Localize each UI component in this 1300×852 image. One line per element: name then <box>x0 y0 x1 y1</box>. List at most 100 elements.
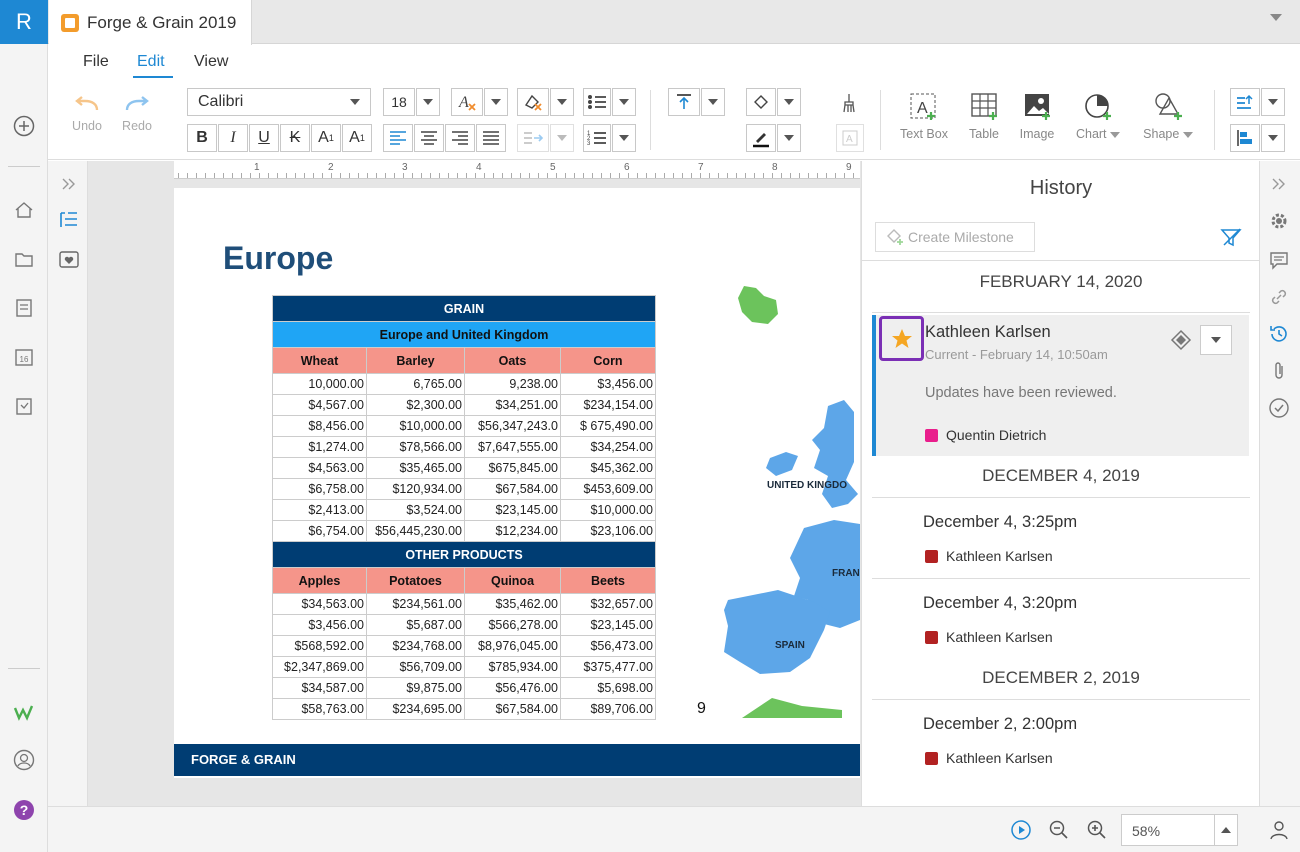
grain-table-cell[interactable]: $56,445,230.00 <box>366 520 465 542</box>
grain-table-cell[interactable]: $8,456.00 <box>272 415 367 437</box>
fill-color-button[interactable] <box>746 88 776 116</box>
other-table-cell[interactable]: $56,473.00 <box>560 635 656 657</box>
folder-icon[interactable] <box>12 247 36 271</box>
other-table-cell[interactable]: $23,145.00 <box>560 614 656 636</box>
format-painter-icon[interactable] <box>838 92 860 119</box>
zoom-stepper[interactable] <box>1214 814 1238 846</box>
strikethrough-button[interactable]: K <box>280 124 310 152</box>
comments-icon[interactable] <box>1268 249 1290 276</box>
history-entry-time[interactable]: December 2, 2:00pm <box>923 715 1077 734</box>
indent-button[interactable] <box>517 124 549 152</box>
grain-table-cell[interactable]: $3,456.00 <box>560 373 656 395</box>
bold-button[interactable]: B <box>187 124 217 152</box>
fill-color-dropdown[interactable] <box>777 88 801 116</box>
arrange-dropdown[interactable] <box>1261 88 1285 116</box>
other-table-cell[interactable]: $234,768.00 <box>366 635 465 657</box>
attachment-icon[interactable] <box>1268 360 1290 387</box>
text-style-button[interactable]: A <box>836 124 864 152</box>
grain-table-cell[interactable]: $10,000.00 <box>560 499 656 521</box>
other-header-cell[interactable]: Quinoa <box>464 567 561 594</box>
grain-table[interactable]: GRAIN Europe and United Kingdom Wheat Bar… <box>272 295 656 720</box>
grain-table-cell[interactable]: $2,300.00 <box>366 394 465 416</box>
grain-table-cell[interactable]: $234,154.00 <box>560 394 656 416</box>
grain-header-cell[interactable]: Oats <box>464 347 561 374</box>
superscript-button[interactable]: A1 <box>311 124 341 152</box>
filter-icon[interactable] <box>1220 227 1242 252</box>
insert-shape-button[interactable]: Shape <box>1136 90 1200 141</box>
other-table-cell[interactable]: $35,462.00 <box>464 593 561 615</box>
other-table-cell[interactable]: $234,561.00 <box>366 593 465 615</box>
other-table-cell[interactable]: $2,347,869.00 <box>272 656 367 678</box>
grain-table-cell[interactable]: $10,000.00 <box>366 415 465 437</box>
user-profile-icon[interactable] <box>12 748 36 772</box>
grain-table-cell[interactable]: $23,145.00 <box>464 499 561 521</box>
other-header-cell[interactable]: Beets <box>560 567 656 594</box>
milestone-star-button[interactable] <box>879 316 924 361</box>
grain-table-cell[interactable]: $6,754.00 <box>272 520 367 542</box>
other-table-cell[interactable]: $34,587.00 <box>272 677 367 699</box>
grain-table-cell[interactable]: 9,238.00 <box>464 373 561 395</box>
bullet-list-button[interactable] <box>583 88 611 116</box>
grain-header-cell[interactable]: Corn <box>560 347 656 374</box>
grain-table-cell[interactable]: $2,413.00 <box>272 499 367 521</box>
expand-panel-icon[interactable] <box>60 176 78 197</box>
account-icon[interactable] <box>1268 819 1290 846</box>
zoom-input[interactable]: 58% <box>1121 814 1215 846</box>
clear-fill-dropdown[interactable] <box>550 88 574 116</box>
collapse-panel-icon[interactable] <box>1270 176 1288 197</box>
font-size-dropdown[interactable] <box>416 88 440 116</box>
bullet-list-dropdown[interactable] <box>612 88 636 116</box>
grain-table-cell[interactable]: $23,106.00 <box>560 520 656 542</box>
workiva-icon[interactable] <box>12 700 36 724</box>
help-icon[interactable]: ? <box>12 798 36 822</box>
zoom-out-icon[interactable] <box>1048 819 1070 846</box>
indent-dropdown[interactable] <box>550 124 574 152</box>
app-logo[interactable]: R <box>0 0 48 44</box>
grain-table-cell[interactable]: $7,647,555.00 <box>464 436 561 458</box>
history-entry-time[interactable]: December 4, 3:20pm <box>923 594 1077 613</box>
other-table-cell[interactable]: $568,592.00 <box>272 635 367 657</box>
history-entry-time[interactable]: December 4, 3:25pm <box>923 513 1077 532</box>
insert-image-button[interactable]: Image <box>1016 90 1058 141</box>
favorites-icon[interactable] <box>58 250 80 275</box>
europe-map[interactable] <box>724 278 860 728</box>
align-left-button[interactable] <box>383 124 413 152</box>
grain-header-cell[interactable]: Barley <box>366 347 465 374</box>
document-icon[interactable] <box>12 296 36 320</box>
grain-table-cell[interactable]: $78,566.00 <box>366 436 465 458</box>
other-header-cell[interactable]: Apples <box>272 567 367 594</box>
other-table-cell[interactable]: $5,698.00 <box>560 677 656 699</box>
milestone-diamond-icon[interactable] <box>1170 329 1192 356</box>
grain-table-cell[interactable]: $4,563.00 <box>272 457 367 479</box>
clear-format-dropdown[interactable] <box>484 88 508 116</box>
menu-view[interactable]: View <box>194 53 228 71</box>
outline-icon[interactable] <box>58 210 80 235</box>
other-header-cell[interactable]: Potatoes <box>366 567 465 594</box>
undo-button[interactable]: Undo <box>70 94 104 133</box>
underline-button[interactable]: U <box>249 124 279 152</box>
align-right-button[interactable] <box>445 124 475 152</box>
line-color-button[interactable] <box>746 124 776 152</box>
add-icon[interactable] <box>12 114 36 138</box>
calendar-icon[interactable]: 16 <box>12 345 36 369</box>
grain-table-cell[interactable]: 10,000.00 <box>272 373 367 395</box>
other-table-cell[interactable]: $58,763.00 <box>272 698 367 720</box>
grain-table-cell[interactable]: $45,362.00 <box>560 457 656 479</box>
subscript-button[interactable]: A1 <box>342 124 372 152</box>
grain-table-cell[interactable]: $56,347,243.0 <box>464 415 561 437</box>
menu-edit[interactable]: Edit <box>137 53 165 71</box>
grain-table-cell[interactable]: $4,567.00 <box>272 394 367 416</box>
grain-table-cell[interactable]: $6,758.00 <box>272 478 367 500</box>
other-table-cell[interactable]: $566,278.00 <box>464 614 561 636</box>
present-play-icon[interactable] <box>1010 819 1032 846</box>
slide-title[interactable]: Europe <box>223 240 333 277</box>
history-icon[interactable] <box>1268 323 1290 350</box>
link-icon[interactable] <box>1268 286 1290 313</box>
clear-fill-button[interactable] <box>517 88 549 116</box>
grain-table-cell[interactable]: $453,609.00 <box>560 478 656 500</box>
vertical-align-button[interactable] <box>668 88 700 116</box>
redo-button[interactable]: Redo <box>120 94 154 133</box>
other-table-cell[interactable]: $234,695.00 <box>366 698 465 720</box>
grain-table-cell[interactable]: $35,465.00 <box>366 457 465 479</box>
grain-table-cell[interactable]: $12,234.00 <box>464 520 561 542</box>
